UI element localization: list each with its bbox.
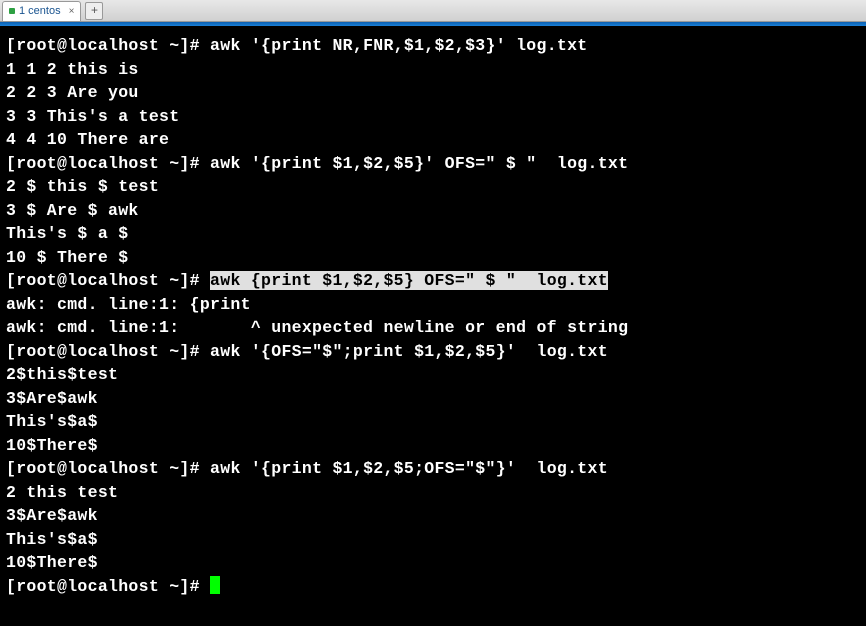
terminal-line: 2$this$test: [6, 363, 860, 387]
close-icon[interactable]: ×: [69, 6, 75, 17]
terminal-line: 10$There$: [6, 434, 860, 458]
shell-prompt: [root@localhost ~]#: [6, 36, 210, 55]
highlighted-command: awk {print $1,$2,$5} OFS=" $ " log.txt: [210, 271, 608, 290]
terminal-line: awk: cmd. line:1: {print: [6, 293, 860, 317]
terminal-line: 3$Are$awk: [6, 504, 860, 528]
shell-prompt: [root@localhost ~]#: [6, 577, 210, 596]
terminal-line: 3 3 This's a test: [6, 105, 860, 129]
plus-icon: +: [91, 4, 98, 18]
terminal-line: 2 $ this $ test: [6, 175, 860, 199]
terminal-line: [root@localhost ~]#: [6, 575, 860, 599]
tab-label: 1 centos: [19, 5, 61, 17]
terminal-line: [root@localhost ~]# awk '{print NR,FNR,$…: [6, 34, 860, 58]
shell-prompt: [root@localhost ~]#: [6, 271, 210, 290]
terminal-line: [root@localhost ~]# awk '{OFS="$";print …: [6, 340, 860, 364]
terminal-line: 1 1 2 this is: [6, 58, 860, 82]
terminal-line: [root@localhost ~]# awk '{print $1,$2,$5…: [6, 457, 860, 481]
terminal-line: [root@localhost ~]# awk '{print $1,$2,$5…: [6, 152, 860, 176]
terminal-line: 10 $ There $: [6, 246, 860, 270]
shell-prompt: [root@localhost ~]#: [6, 459, 210, 478]
terminal-line: This's $ a $: [6, 222, 860, 246]
terminal-line: 3 $ Are $ awk: [6, 199, 860, 223]
terminal-line: awk: cmd. line:1: ^ unexpected newline o…: [6, 316, 860, 340]
terminal-line: 3$Are$awk: [6, 387, 860, 411]
cursor-block-icon: [210, 576, 220, 594]
shell-prompt: [root@localhost ~]#: [6, 154, 210, 173]
terminal-line: [root@localhost ~]# awk {print $1,$2,$5}…: [6, 269, 860, 293]
terminal-output[interactable]: [root@localhost ~]# awk '{print NR,FNR,$…: [0, 26, 866, 598]
terminal-line: This's$a$: [6, 528, 860, 552]
terminal-line: 10$There$: [6, 551, 860, 575]
terminal-line: 2 2 3 Are you: [6, 81, 860, 105]
add-tab-button[interactable]: +: [85, 2, 103, 20]
terminal-line: 2 this test: [6, 481, 860, 505]
status-dot-icon: [9, 8, 15, 14]
terminal-line: This's$a$: [6, 410, 860, 434]
shell-prompt: [root@localhost ~]#: [6, 342, 210, 361]
terminal-line: 4 4 10 There are: [6, 128, 860, 152]
tab-bar: 1 centos × +: [0, 0, 866, 22]
tab-centos[interactable]: 1 centos ×: [2, 1, 81, 21]
